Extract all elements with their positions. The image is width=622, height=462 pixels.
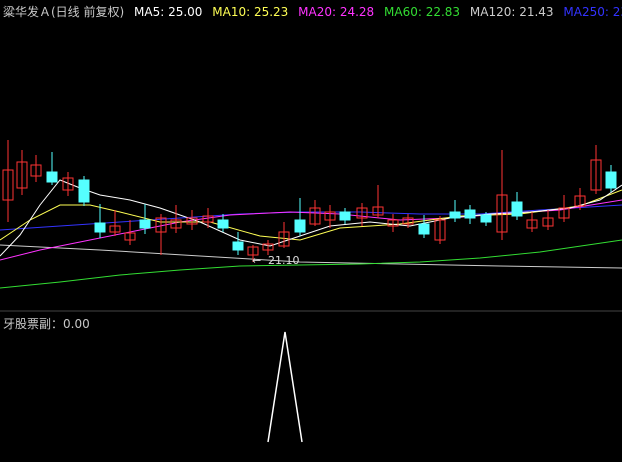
- candle-body: [139, 219, 151, 229]
- candle-body: [232, 241, 244, 251]
- ma250-line: [0, 204, 622, 231]
- candle-body: [94, 222, 106, 233]
- candle-body: [294, 219, 306, 233]
- candlesticks: [2, 140, 617, 262]
- candle-body: [605, 171, 617, 189]
- candle-body: [511, 201, 523, 217]
- stock-chart: 21.10 ←: [0, 140, 622, 443]
- ma20-line: [0, 199, 622, 261]
- candle-body: [418, 223, 430, 235]
- candle-body: [217, 219, 229, 229]
- low-price-arrow: ←: [252, 254, 261, 267]
- ma5-line: [0, 179, 622, 257]
- sub-indicator-label: 牙股票副：0.00: [3, 317, 90, 331]
- moving-averages: [0, 179, 622, 289]
- candle-body: [339, 211, 351, 221]
- candle-body: [480, 214, 492, 223]
- low-price-annotation: 21.10: [268, 254, 300, 267]
- candle-body: [78, 179, 90, 203]
- indicator-line: [267, 331, 303, 443]
- sub-indicator: [267, 331, 303, 443]
- candle-body: [46, 171, 58, 183]
- annotations: 21.10 ←: [252, 254, 300, 267]
- ma60-line: [0, 239, 622, 289]
- candle-body: [464, 209, 476, 219]
- candle-body: [449, 211, 461, 219]
